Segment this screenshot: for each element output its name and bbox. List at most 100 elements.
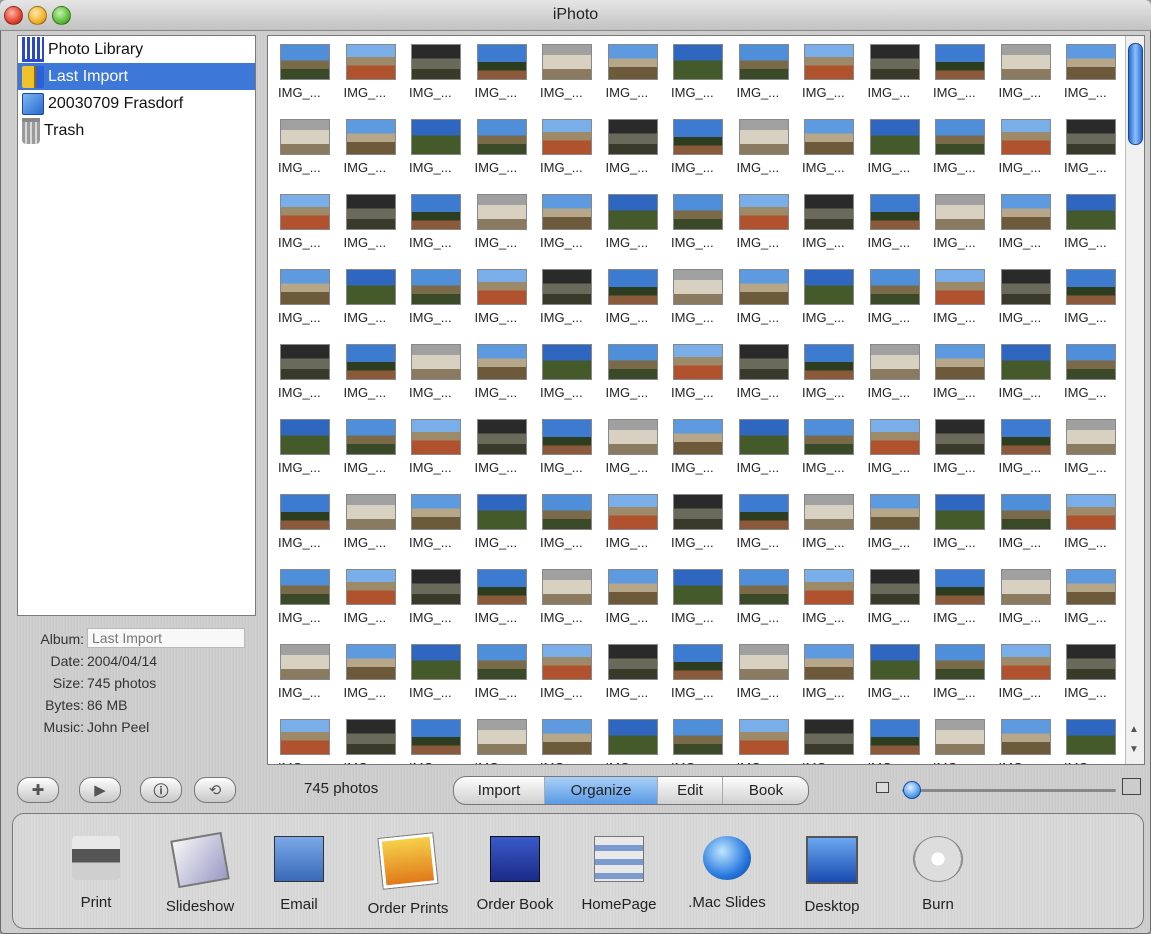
photo-thumbnail[interactable]: IMG_...: [995, 340, 1061, 415]
photo-thumbnail[interactable]: IMG_...: [929, 115, 995, 190]
photo-thumbnail[interactable]: IMG_...: [864, 490, 930, 565]
photo-thumbnail[interactable]: IMG_...: [667, 40, 733, 115]
source-item-trash[interactable]: Trash: [18, 117, 255, 144]
photo-thumbnail[interactable]: IMG_...: [667, 640, 733, 715]
photo-thumbnail[interactable]: IMG_...: [1060, 490, 1126, 565]
photo-thumbnail[interactable]: IMG_...: [602, 340, 668, 415]
photo-thumbnail[interactable]: IMG_...: [536, 265, 602, 340]
mode-book[interactable]: Book: [723, 777, 808, 804]
photo-thumbnail[interactable]: IMG_...: [536, 190, 602, 265]
photo-thumbnail[interactable]: IMG_...: [995, 415, 1061, 490]
photo-thumbnail[interactable]: IMG_...: [929, 190, 995, 265]
mode-edit[interactable]: Edit: [658, 777, 723, 804]
thumbnail-size-slider[interactable]: [902, 789, 1116, 792]
photo-thumbnail[interactable]: IMG_...: [733, 265, 799, 340]
photo-thumbnail[interactable]: IMG_...: [405, 640, 471, 715]
photo-thumbnail[interactable]: IMG_...: [340, 415, 406, 490]
photo-thumbnail[interactable]: IMG_...: [929, 640, 995, 715]
photo-thumbnail[interactable]: IMG_...: [602, 40, 668, 115]
photo-thumbnail[interactable]: IMG_...: [471, 340, 537, 415]
photo-thumbnail[interactable]: IMG_...: [536, 565, 602, 640]
scrollbar-thumb[interactable]: [1128, 43, 1143, 145]
play-slideshow-button[interactable]: ▶: [79, 777, 121, 803]
add-album-button[interactable]: ✚: [17, 777, 59, 803]
photo-thumbnail[interactable]: IMG_...: [602, 640, 668, 715]
photo-thumbnail[interactable]: IMG_...: [864, 190, 930, 265]
photo-thumbnail[interactable]: IMG_...: [536, 340, 602, 415]
photo-thumbnail[interactable]: IMG_...: [274, 715, 340, 764]
photo-thumbnail[interactable]: IMG_...: [405, 565, 471, 640]
photo-thumbnail[interactable]: IMG_...: [1060, 40, 1126, 115]
show-info-button[interactable]: ⓘ: [140, 777, 182, 803]
photo-thumbnail[interactable]: IMG_...: [340, 190, 406, 265]
mode-import[interactable]: Import: [454, 777, 545, 804]
photo-thumbnail[interactable]: IMG_...: [929, 40, 995, 115]
photo-thumbnail[interactable]: IMG_...: [471, 640, 537, 715]
photo-thumbnail[interactable]: IMG_...: [602, 265, 668, 340]
photo-thumbnail[interactable]: IMG_...: [536, 490, 602, 565]
photo-thumbnail[interactable]: IMG_...: [340, 265, 406, 340]
photo-thumbnail[interactable]: IMG_...: [798, 190, 864, 265]
source-item-photo-library[interactable]: Photo Library: [18, 36, 255, 63]
photo-thumbnail[interactable]: IMG_...: [274, 565, 340, 640]
photo-thumbnail[interactable]: IMG_...: [602, 415, 668, 490]
photo-thumbnail[interactable]: IMG_...: [667, 415, 733, 490]
photo-thumbnail[interactable]: IMG_...: [864, 640, 930, 715]
photo-thumbnail[interactable]: IMG_...: [667, 190, 733, 265]
photo-thumbnail[interactable]: IMG_...: [274, 415, 340, 490]
source-list[interactable]: Photo Library Last Import 20030709 Frasd…: [17, 35, 256, 616]
title-bar[interactable]: iPhoto: [0, 0, 1151, 31]
photo-thumbnail[interactable]: IMG_...: [1060, 190, 1126, 265]
source-item-last-import[interactable]: Last Import: [18, 63, 255, 90]
source-item-album-frasdorf[interactable]: 20030709 Frasdorf: [18, 90, 255, 117]
photo-thumbnail[interactable]: IMG_...: [929, 565, 995, 640]
photo-thumbnail[interactable]: IMG_...: [274, 340, 340, 415]
photo-thumbnail[interactable]: IMG_...: [1060, 340, 1126, 415]
photo-thumbnail[interactable]: IMG_...: [798, 715, 864, 764]
vertical-scrollbar[interactable]: ▲ ▼: [1125, 36, 1144, 764]
photo-thumbnail[interactable]: IMG_...: [995, 715, 1061, 764]
photo-thumbnail[interactable]: IMG_...: [471, 715, 537, 764]
slider-knob[interactable]: [903, 781, 921, 799]
photo-thumbnail[interactable]: IMG_...: [471, 40, 537, 115]
photo-thumbnail[interactable]: IMG_...: [733, 415, 799, 490]
photo-thumbnail[interactable]: IMG_...: [274, 490, 340, 565]
photo-thumbnail[interactable]: IMG_...: [1060, 115, 1126, 190]
photo-thumbnail[interactable]: IMG_...: [733, 190, 799, 265]
photo-thumbnail[interactable]: IMG_...: [1060, 715, 1126, 764]
photo-thumbnail[interactable]: IMG_...: [471, 190, 537, 265]
photo-thumbnail[interactable]: IMG_...: [602, 190, 668, 265]
photo-thumbnail[interactable]: IMG_...: [536, 115, 602, 190]
photo-thumbnail[interactable]: IMG_...: [733, 340, 799, 415]
photo-thumbnail[interactable]: IMG_...: [340, 640, 406, 715]
photo-thumbnail[interactable]: IMG_...: [405, 115, 471, 190]
photo-thumbnail[interactable]: IMG_...: [667, 565, 733, 640]
photo-thumbnail[interactable]: IMG_...: [798, 565, 864, 640]
photo-thumbnail[interactable]: IMG_...: [995, 115, 1061, 190]
photo-thumbnail[interactable]: IMG_...: [929, 490, 995, 565]
photo-thumbnail[interactable]: IMG_...: [798, 115, 864, 190]
photo-thumbnail[interactable]: IMG_...: [274, 115, 340, 190]
photo-thumbnail[interactable]: IMG_...: [471, 490, 537, 565]
photo-thumbnail[interactable]: IMG_...: [864, 715, 930, 764]
photo-thumbnail[interactable]: IMG_...: [405, 415, 471, 490]
photo-thumbnail[interactable]: IMG_...: [602, 490, 668, 565]
photo-thumbnail[interactable]: IMG_...: [602, 565, 668, 640]
photo-thumbnail[interactable]: IMG_...: [405, 190, 471, 265]
photo-thumbnail[interactable]: IMG_...: [733, 565, 799, 640]
photo-thumbnail[interactable]: IMG_...: [733, 715, 799, 764]
photo-thumbnail[interactable]: IMG_...: [274, 190, 340, 265]
photo-thumbnail[interactable]: IMG_...: [864, 340, 930, 415]
photo-thumbnail[interactable]: IMG_...: [798, 40, 864, 115]
photo-thumbnail[interactable]: IMG_...: [471, 115, 537, 190]
photo-thumbnail[interactable]: IMG_...: [667, 265, 733, 340]
photo-thumbnail[interactable]: IMG_...: [340, 340, 406, 415]
photo-thumbnail[interactable]: IMG_...: [274, 265, 340, 340]
photo-thumbnail[interactable]: IMG_...: [733, 40, 799, 115]
photo-thumbnail[interactable]: IMG_...: [864, 565, 930, 640]
photo-thumbnail[interactable]: IMG_...: [340, 715, 406, 764]
photo-thumbnail[interactable]: IMG_...: [274, 640, 340, 715]
album-name-field[interactable]: [87, 628, 245, 648]
photo-thumbnail[interactable]: IMG_...: [929, 340, 995, 415]
photo-thumbnail[interactable]: IMG_...: [864, 415, 930, 490]
